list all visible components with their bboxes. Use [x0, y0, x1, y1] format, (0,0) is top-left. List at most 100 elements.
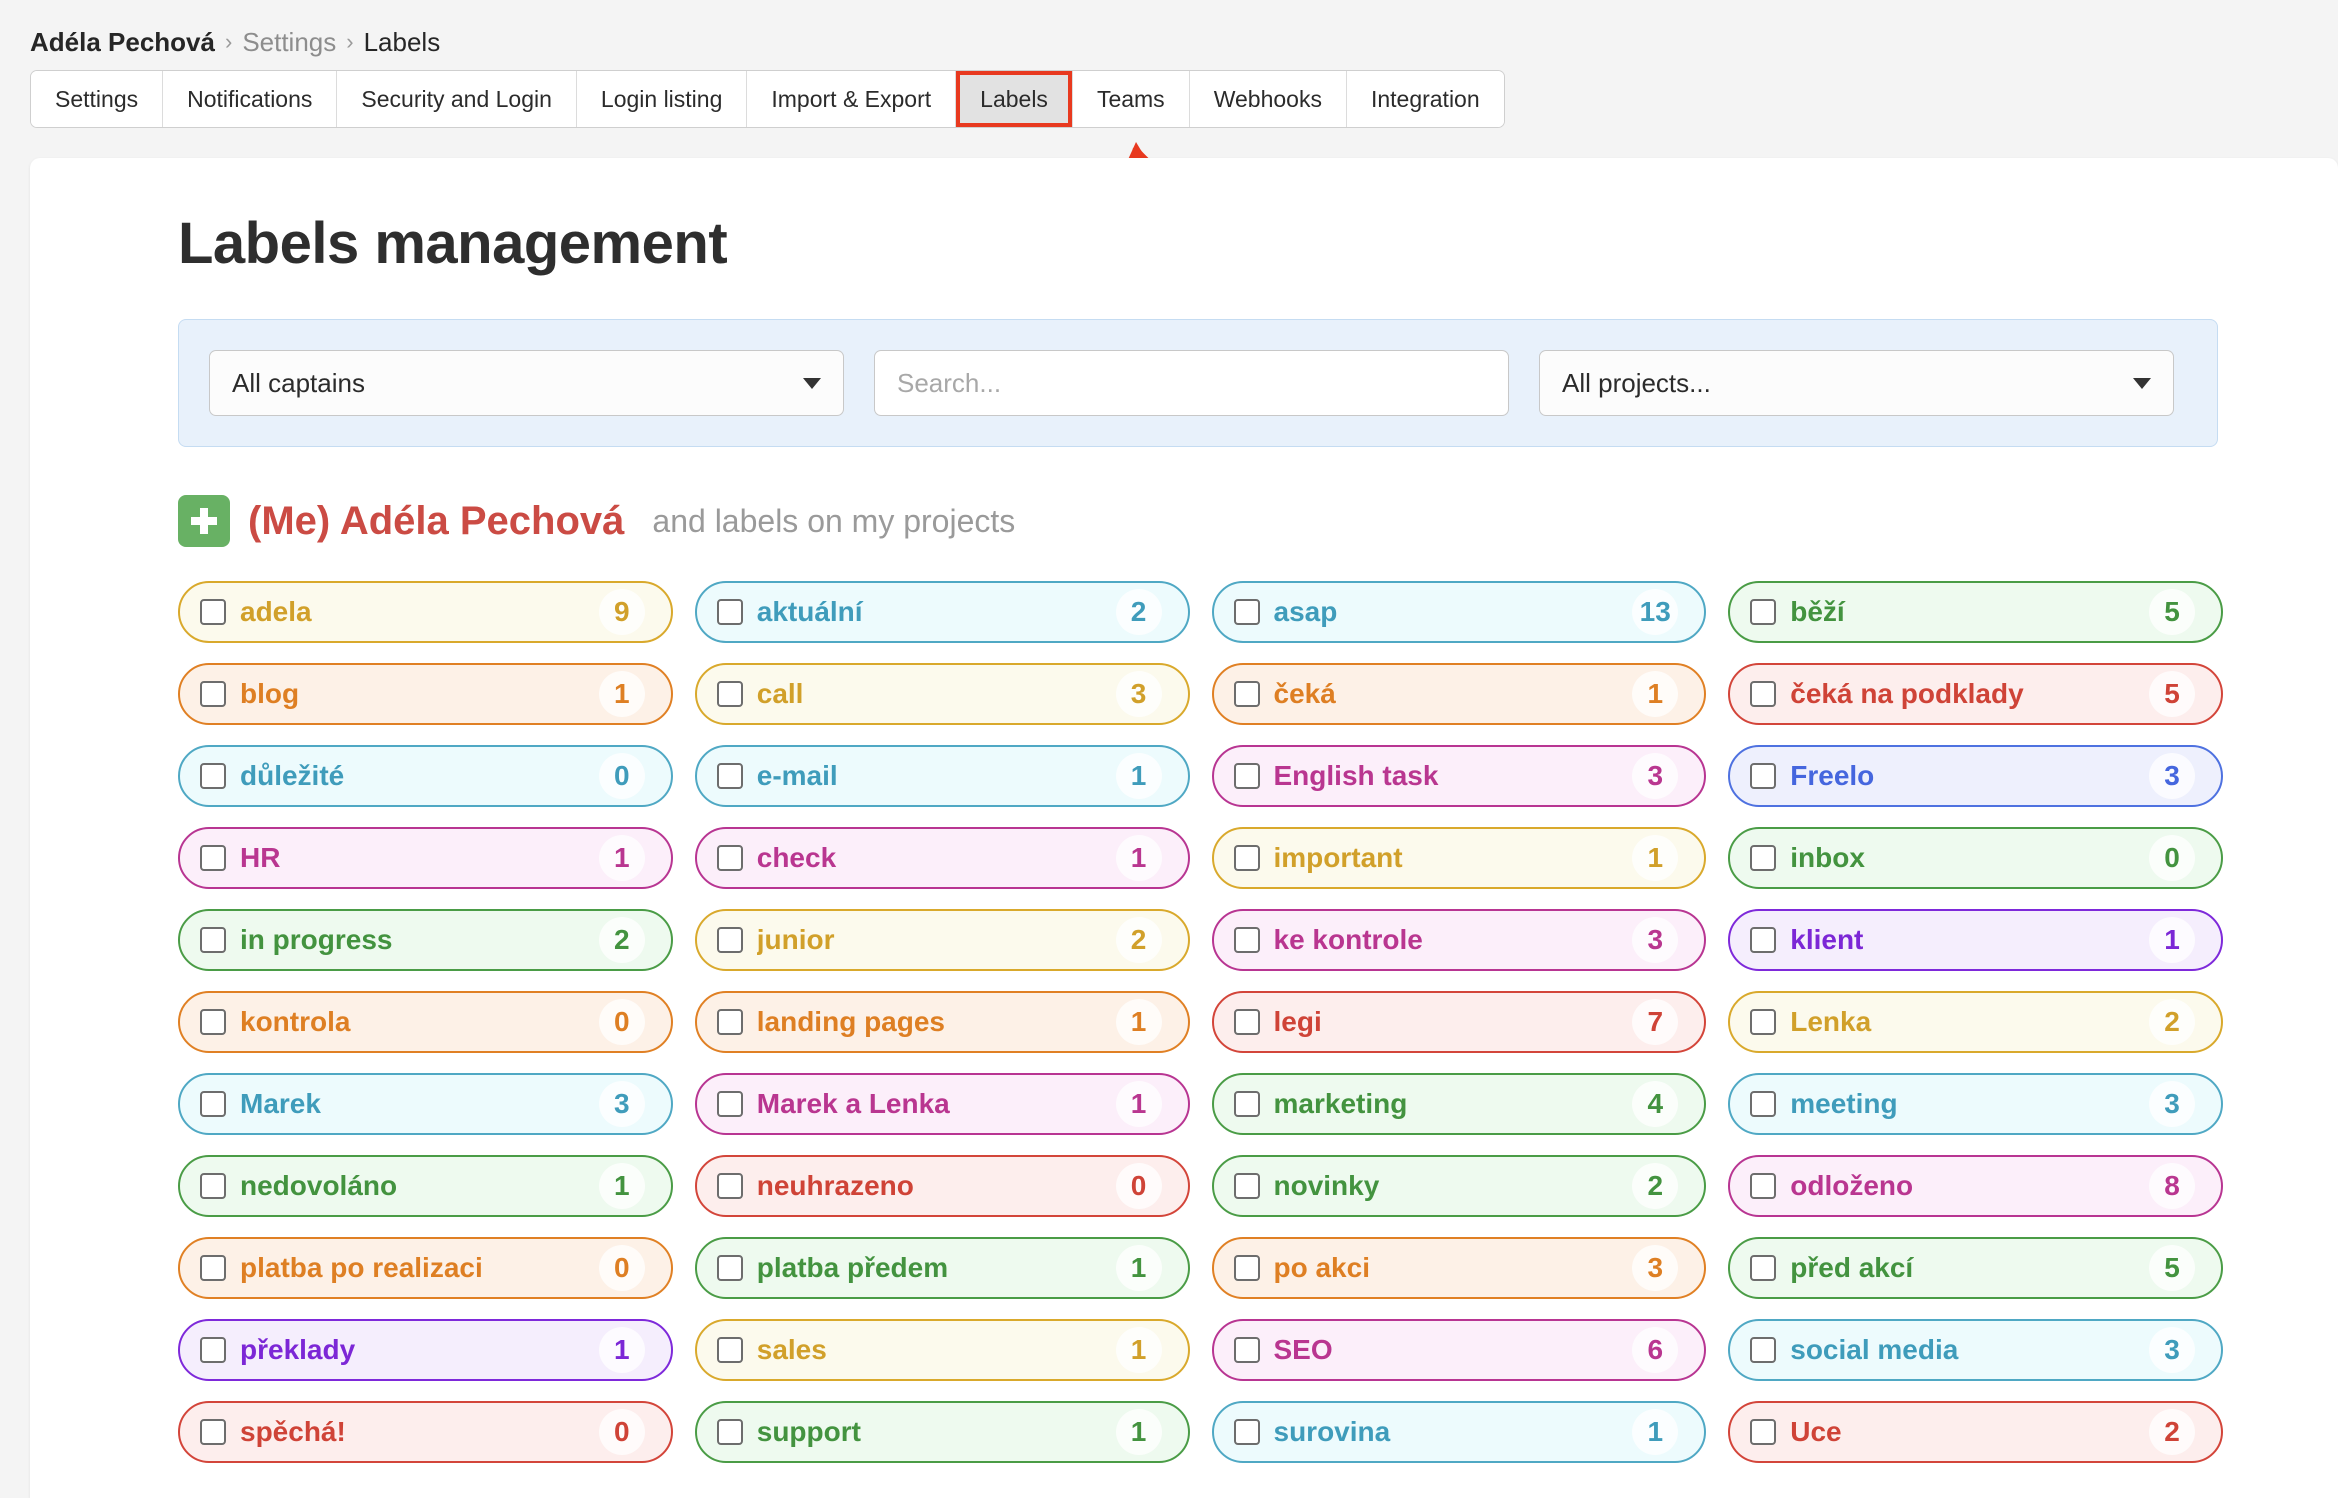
label-checkbox[interactable]: [716, 1419, 743, 1445]
label-checkbox[interactable]: [1233, 927, 1260, 953]
label-checkbox[interactable]: [716, 1091, 743, 1117]
tab-import-export[interactable]: Import & Export: [747, 71, 957, 127]
label-checkbox[interactable]: [1750, 599, 1777, 625]
label-pill[interactable]: spěchá! 0: [178, 1401, 673, 1463]
label-checkbox[interactable]: [1233, 1091, 1260, 1117]
label-checkbox[interactable]: [1233, 1173, 1260, 1199]
label-pill[interactable]: meeting 3: [1728, 1073, 2223, 1135]
breadcrumb-user[interactable]: Adéla Pechová: [30, 27, 215, 58]
label-pill[interactable]: platba předem 1: [694, 1237, 1190, 1299]
label-checkbox[interactable]: [716, 845, 743, 871]
tab-integration[interactable]: Integration: [1346, 71, 1504, 127]
label-checkbox[interactable]: [200, 845, 226, 871]
label-pill[interactable]: support 1: [694, 1401, 1190, 1463]
label-checkbox[interactable]: [1750, 1173, 1777, 1199]
label-checkbox[interactable]: [200, 1173, 226, 1199]
label-checkbox[interactable]: [200, 1091, 226, 1117]
label-checkbox[interactable]: [1233, 1419, 1260, 1445]
label-pill[interactable]: legi 7: [1211, 991, 1707, 1053]
label-pill[interactable]: ke kontrole 3: [1211, 909, 1707, 971]
tab-login-listing[interactable]: Login listing: [576, 71, 748, 127]
label-checkbox[interactable]: [200, 1255, 226, 1281]
label-pill[interactable]: social media 3: [1728, 1319, 2223, 1381]
projects-select[interactable]: All projects...: [1539, 350, 2174, 416]
label-checkbox[interactable]: [1233, 599, 1260, 625]
label-checkbox[interactable]: [1233, 681, 1260, 707]
label-pill[interactable]: Freelo 3: [1728, 745, 2223, 807]
label-pill[interactable]: před akcí 5: [1728, 1237, 2223, 1299]
label-pill[interactable]: nedovoláno 1: [178, 1155, 673, 1217]
label-pill[interactable]: novinky 2: [1211, 1155, 1707, 1217]
label-pill[interactable]: překlady 1: [178, 1319, 673, 1381]
label-pill[interactable]: landing pages 1: [694, 991, 1190, 1053]
label-pill[interactable]: důležité 0: [178, 745, 673, 807]
label-checkbox[interactable]: [1233, 845, 1260, 871]
label-pill[interactable]: important 1: [1211, 827, 1707, 889]
label-checkbox[interactable]: [716, 1337, 743, 1363]
label-pill[interactable]: e-mail 1: [694, 745, 1190, 807]
label-pill[interactable]: aktuální 2: [694, 581, 1190, 643]
label-checkbox[interactable]: [1750, 1337, 1777, 1363]
label-checkbox[interactable]: [1233, 1255, 1260, 1281]
label-pill[interactable]: Marek a Lenka 1: [694, 1073, 1190, 1135]
captains-select[interactable]: All captains: [209, 350, 844, 416]
label-checkbox[interactable]: [716, 599, 743, 625]
label-pill[interactable]: klient 1: [1728, 909, 2223, 971]
label-pill[interactable]: call 3: [694, 663, 1190, 725]
label-pill[interactable]: adela 9: [178, 581, 673, 643]
label-pill[interactable]: blog 1: [178, 663, 673, 725]
label-checkbox[interactable]: [716, 681, 743, 707]
label-checkbox[interactable]: [716, 1009, 743, 1035]
search-input[interactable]: Search...: [874, 350, 1509, 416]
label-pill[interactable]: asap 13: [1211, 581, 1707, 643]
label-checkbox[interactable]: [1750, 845, 1777, 871]
label-pill[interactable]: čeká na podklady 5: [1728, 663, 2223, 725]
label-checkbox[interactable]: [200, 1419, 226, 1445]
tab-labels[interactable]: Labels: [956, 71, 1073, 127]
label-pill[interactable]: in progress 2: [178, 909, 673, 971]
label-checkbox[interactable]: [200, 599, 226, 625]
label-pill[interactable]: Marek 3: [178, 1073, 673, 1135]
label-pill[interactable]: check 1: [694, 827, 1190, 889]
label-pill[interactable]: odloženo 8: [1728, 1155, 2223, 1217]
label-checkbox[interactable]: [1750, 927, 1777, 953]
label-checkbox[interactable]: [1750, 1419, 1777, 1445]
label-pill[interactable]: inbox 0: [1728, 827, 2223, 889]
add-label-button[interactable]: [178, 495, 230, 547]
label-pill[interactable]: kontrola 0: [178, 991, 673, 1053]
label-pill[interactable]: po akci 3: [1211, 1237, 1707, 1299]
breadcrumb-settings[interactable]: Settings: [242, 27, 336, 58]
label-checkbox[interactable]: [716, 1173, 743, 1199]
tab-notifications[interactable]: Notifications: [163, 71, 338, 127]
label-pill[interactable]: HR 1: [178, 827, 673, 889]
label-checkbox[interactable]: [1233, 763, 1260, 789]
tab-settings[interactable]: Settings: [31, 71, 164, 127]
tab-security-and-login[interactable]: Security and Login: [337, 71, 577, 127]
label-checkbox[interactable]: [200, 1337, 226, 1363]
label-checkbox[interactable]: [1750, 1009, 1777, 1035]
label-checkbox[interactable]: [716, 1255, 743, 1281]
label-checkbox[interactable]: [200, 1009, 226, 1035]
label-pill[interactable]: Lenka 2: [1728, 991, 2223, 1053]
label-pill[interactable]: Uce 2: [1728, 1401, 2223, 1463]
label-pill[interactable]: junior 2: [694, 909, 1190, 971]
label-checkbox[interactable]: [716, 763, 743, 789]
label-pill[interactable]: platba po realizaci 0: [178, 1237, 673, 1299]
label-checkbox[interactable]: [1233, 1009, 1260, 1035]
label-checkbox[interactable]: [200, 763, 226, 789]
label-pill[interactable]: čeká 1: [1211, 663, 1707, 725]
label-checkbox[interactable]: [200, 681, 226, 707]
label-pill[interactable]: sales 1: [694, 1319, 1190, 1381]
label-checkbox[interactable]: [1233, 1337, 1260, 1363]
label-checkbox[interactable]: [200, 927, 226, 953]
label-checkbox[interactable]: [1750, 763, 1777, 789]
label-checkbox[interactable]: [1750, 681, 1777, 707]
label-pill[interactable]: SEO 6: [1211, 1319, 1707, 1381]
label-pill[interactable]: neuhrazeno 0: [694, 1155, 1190, 1217]
label-checkbox[interactable]: [1750, 1255, 1777, 1281]
label-pill[interactable]: marketing 4: [1211, 1073, 1707, 1135]
tab-webhooks[interactable]: Webhooks: [1189, 71, 1347, 127]
label-pill[interactable]: surovina 1: [1211, 1401, 1707, 1463]
label-checkbox[interactable]: [716, 927, 743, 953]
label-pill[interactable]: English task 3: [1211, 745, 1707, 807]
